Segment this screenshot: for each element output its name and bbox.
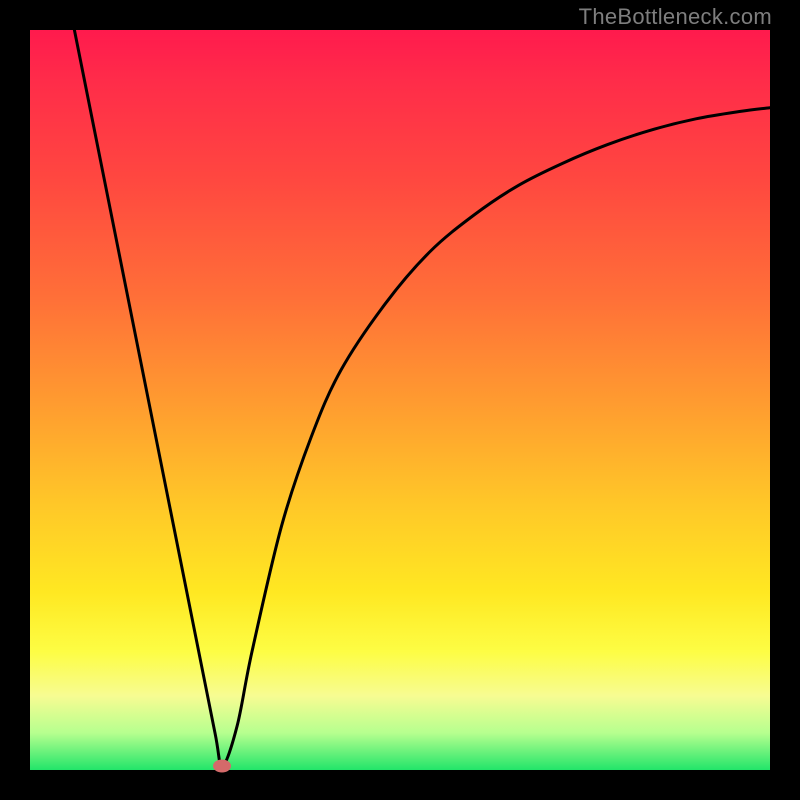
minimum-marker bbox=[213, 760, 231, 773]
attribution-text: TheBottleneck.com bbox=[579, 4, 772, 30]
chart-frame: TheBottleneck.com bbox=[0, 0, 800, 800]
bottleneck-curve bbox=[30, 30, 770, 770]
plot-area bbox=[30, 30, 770, 770]
